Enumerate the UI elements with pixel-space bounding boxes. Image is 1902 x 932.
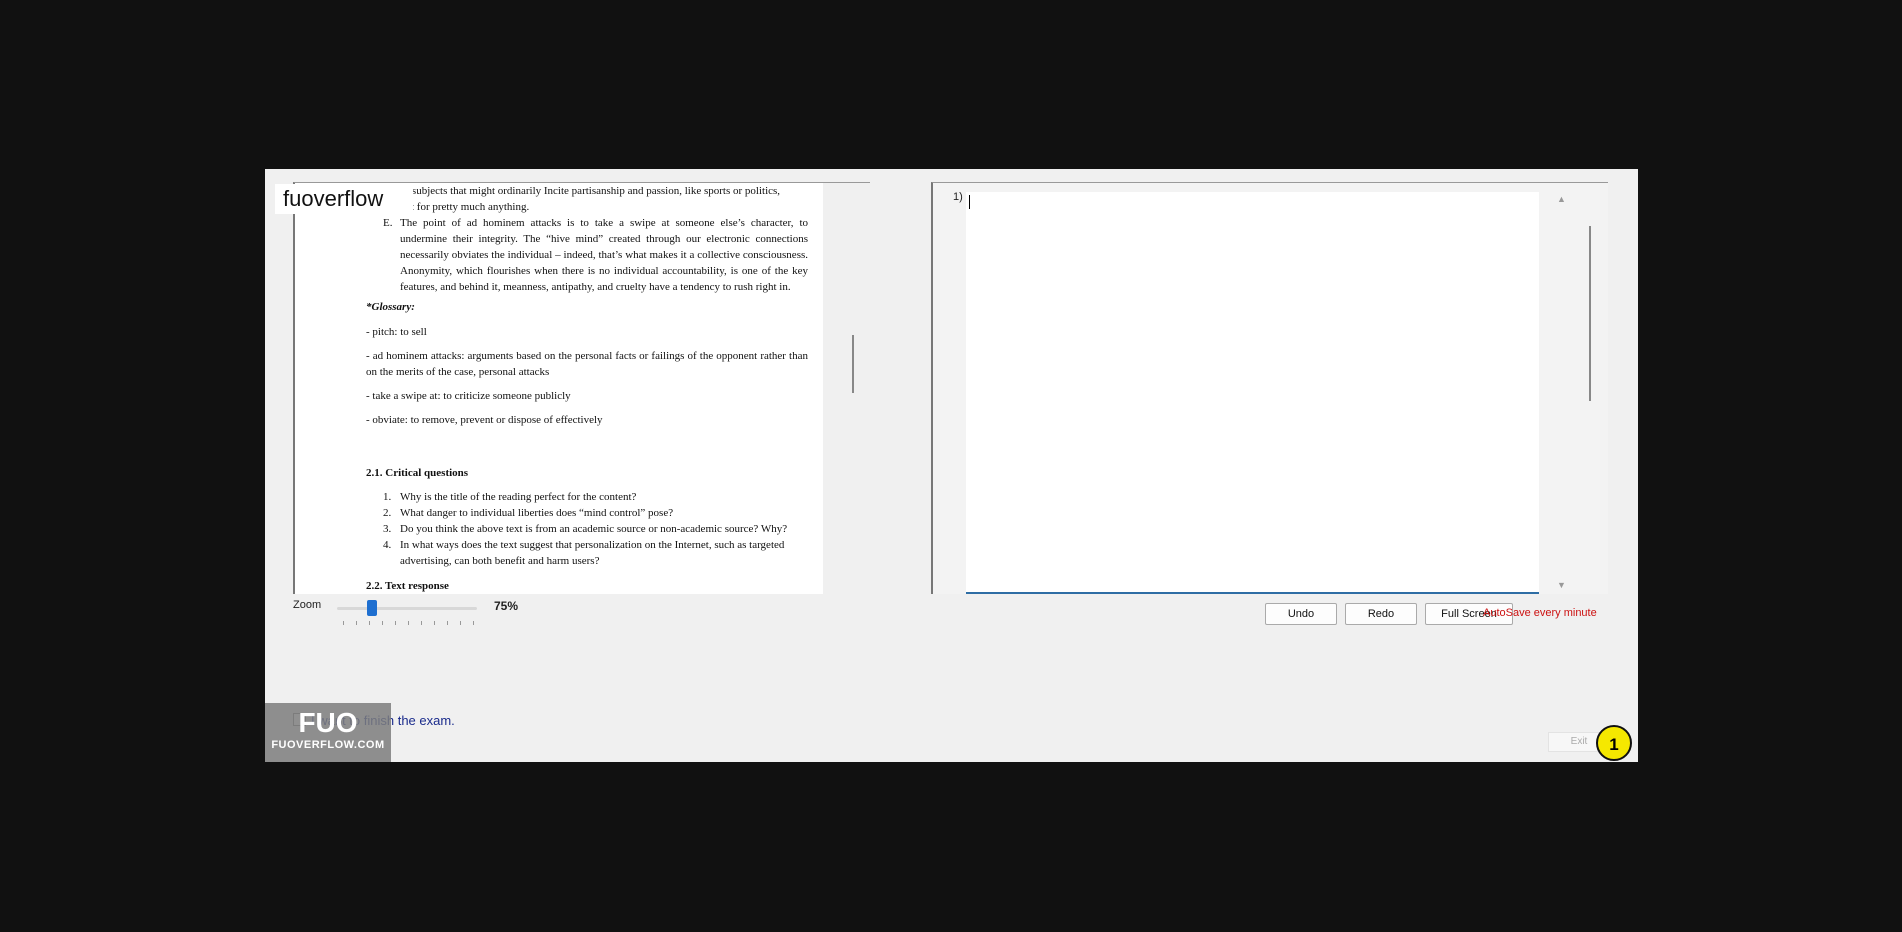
exam-window: or subjects that might ordinarily Incite… [265, 169, 1638, 762]
fragment-line-2: out for pretty much anything. [400, 201, 530, 213]
glossary-item: - pitch: to sell [366, 326, 427, 338]
autosave-status: AutoSave every minute [1483, 607, 1597, 619]
section-heading: 2.1. Critical questions [366, 467, 469, 479]
scroll-down-arrow-icon[interactable]: ▼ [1557, 580, 1566, 590]
question-number: 1. [383, 491, 392, 503]
question-number: 4. [383, 539, 392, 551]
reading-scroll-gutter [823, 183, 870, 594]
answer-scrollbar[interactable] [1589, 226, 1591, 401]
logo-text: FUOVERFLOW.COM [271, 739, 385, 751]
undo-button[interactable]: Undo [1265, 603, 1337, 625]
item-e-text: The point of ad hominem attacks is to ta… [400, 217, 808, 293]
item-e-marker: E. [383, 217, 393, 229]
reading-scrollbar[interactable] [852, 335, 854, 393]
zoom-slider[interactable] [337, 607, 477, 610]
question-text: Why is the title of the reading perfect … [400, 491, 637, 503]
zoom-label: Zoom [293, 599, 322, 611]
answer-pane: 1) ▲ ▼ [931, 182, 1608, 594]
glossary-item: - ad hominem attacks: arguments based on… [366, 350, 808, 378]
question-number: 3. [383, 523, 392, 535]
glossary-item: - take a swipe at: to criticize someone … [366, 390, 571, 402]
text-caret [969, 195, 970, 209]
next-heading: 2.2. Text response [366, 580, 449, 592]
answer-textarea[interactable]: ▲ ▼ [966, 192, 1566, 594]
logo-mark: FUO [298, 707, 358, 738]
brand-label: fuoverflow [275, 184, 413, 214]
question-text: What danger to individual liberties does… [400, 507, 674, 519]
redo-button[interactable]: Redo [1345, 603, 1417, 625]
glossary-item: - obviate: to remove, prevent or dispose… [366, 414, 603, 426]
zoom-value: 75% [494, 599, 519, 613]
zoom-slider-ticks [343, 621, 475, 625]
question-number: 2. [383, 507, 392, 519]
fragment-line-1: or subjects that might ordinarily Incite… [400, 185, 781, 197]
glossary-heading: *Glossary: [366, 301, 415, 313]
reading-pane[interactable]: or subjects that might ordinarily Incite… [293, 182, 870, 594]
step-badge: 1 [1596, 725, 1632, 761]
scroll-up-arrow-icon[interactable]: ▲ [1557, 194, 1566, 204]
zoom-slider-thumb[interactable] [367, 600, 377, 616]
answer-number: 1) [953, 191, 963, 203]
watermark-logo: FUO FUOVERFLOW.COM [265, 703, 391, 762]
question-text: In what ways does the text suggest that … [400, 539, 785, 567]
question-text: Do you think the above text is from an a… [400, 523, 788, 535]
